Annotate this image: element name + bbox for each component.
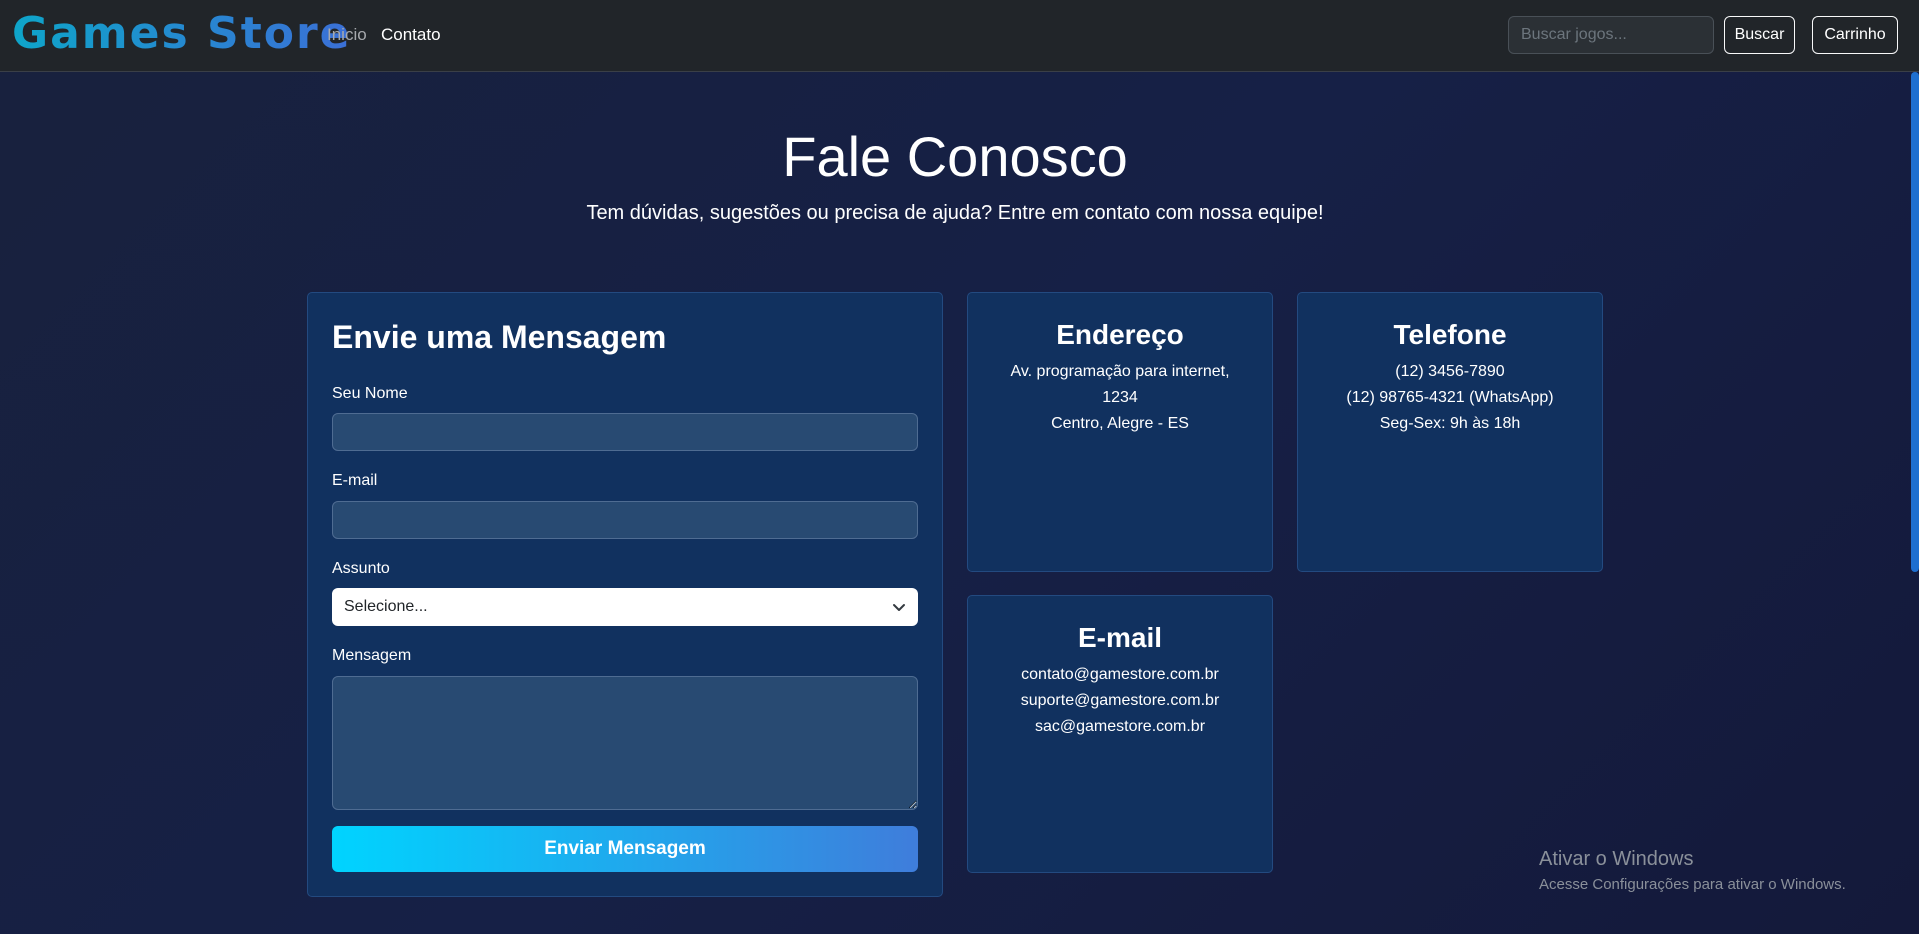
chevron-down-icon: [893, 604, 905, 611]
send-message-button[interactable]: Enviar Mensagem: [332, 826, 918, 872]
phone-card: Telefone (12) 3456-7890 (12) 98765-4321 …: [1297, 292, 1603, 572]
email-address[interactable]: suporte@gamestore.com.br: [998, 688, 1242, 714]
email-title: E-mail: [1077, 622, 1163, 653]
windows-activation-title: Ativar o Windows: [1539, 848, 1694, 870]
contact-form-card: Envie uma Mensagem Seu Nome E-mail Assun…: [307, 292, 943, 897]
address-line: Centro, Alegre - ES: [1051, 415, 1189, 432]
message-label: Mensagem: [332, 647, 412, 664]
phone-line: (12) 3456-7890: [1395, 363, 1505, 380]
search-input[interactable]: [1508, 16, 1714, 54]
name-label: Seu Nome: [332, 385, 408, 402]
email-label: E-mail: [332, 472, 378, 489]
phone-title: Telefone: [1393, 319, 1507, 350]
address-card: Endereço Av. programação para internet, …: [967, 292, 1273, 572]
address-line: 1234: [1102, 389, 1138, 406]
subject-selected-value: Selecione...: [344, 598, 428, 615]
email-address[interactable]: sac@gamestore.com.br: [998, 714, 1242, 740]
nav-link-contato[interactable]: Contato: [381, 24, 441, 46]
email-address[interactable]: contato@gamestore.com.br: [998, 662, 1242, 688]
scrollbar-thumb[interactable]: [1911, 72, 1919, 572]
nav-link-inicio[interactable]: Inicio: [327, 24, 367, 46]
navbar: Games Store Inicio Contato Buscar Carrin…: [0, 0, 1919, 72]
subject-select[interactable]: Selecione...: [332, 588, 918, 626]
message-field[interactable]: [332, 676, 918, 810]
form-title: Envie uma Mensagem: [332, 319, 667, 355]
page-title: Fale Conosco: [782, 125, 1128, 188]
search-button[interactable]: Buscar: [1724, 16, 1795, 54]
email-field[interactable]: [332, 501, 918, 539]
phone-line: Seg-Sex: 9h às 18h: [1379, 415, 1521, 432]
phone-line: (12) 98765-4321 (WhatsApp): [1346, 389, 1554, 406]
page-subtitle: Tem dúvidas, sugestões ou precisa de aju…: [586, 202, 1324, 224]
windows-activation-subtitle: Acesse Configurações para ativar o Windo…: [1539, 876, 1846, 893]
address-line: Av. programação para internet,: [1010, 363, 1230, 380]
brand-logo[interactable]: Games Store: [12, 8, 352, 60]
subject-label: Assunto: [332, 560, 390, 577]
cart-button[interactable]: Carrinho: [1812, 16, 1898, 54]
address-title: Endereço: [1056, 319, 1184, 350]
email-card: E-mail contato@gamestore.com.br suporte@…: [967, 595, 1273, 873]
name-field[interactable]: [332, 413, 918, 451]
